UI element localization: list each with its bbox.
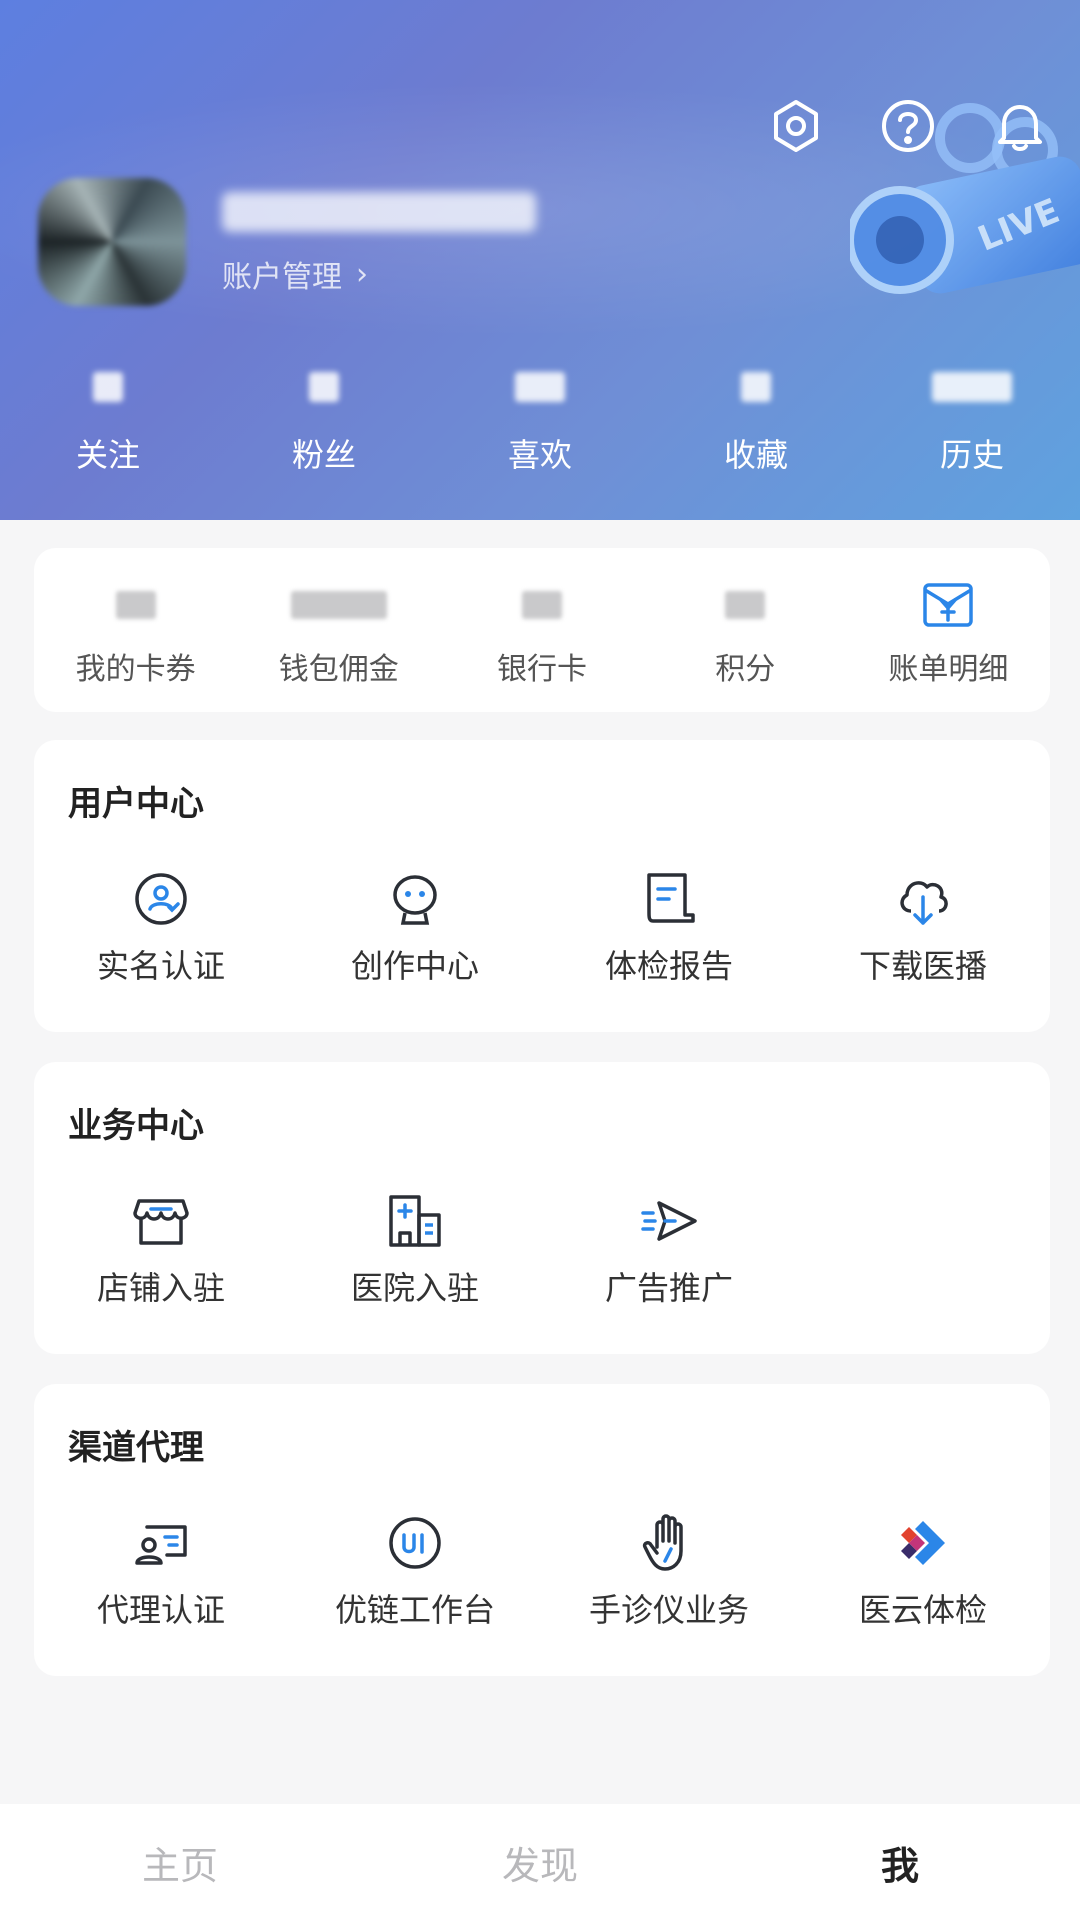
menu-item-label: 代理认证 [96,1591,225,1629]
stat-value-redacted [741,372,771,402]
section-title: 渠道代理 [68,1428,204,1468]
stat-value-redacted [932,372,1012,402]
stat-favorites[interactable]: 收藏 [648,372,864,476]
channel-agent-card: 渠道代理 代理认证 优链工作台 手诊仪业务 医云体检 [34,1384,1050,1676]
wallet-value-redacted [290,591,387,619]
chevron-right-icon: › [356,256,368,292]
wallet-label: 银行卡 [497,652,587,687]
wallet-label: 钱包佣金 [278,652,399,687]
creator-icon [383,867,447,931]
tab-home[interactable]: 主页 [0,1835,360,1890]
wallet-item-points[interactable]: 积分 [644,584,847,712]
stat-history[interactable]: 历史 [864,372,1080,476]
menu-item-label: 体检报告 [604,947,733,985]
menu-item-agent-verify[interactable]: 代理认证 [34,1511,288,1631]
menu-item-label: 医院入驻 [350,1269,479,1307]
stat-label: 历史 [939,436,1004,474]
wallet-item-coupons[interactable]: 我的卡券 [34,584,237,712]
section-title: 业务中心 [68,1106,204,1146]
stat-follow[interactable]: 关注 [0,372,216,476]
bottom-tab-bar: 主页 发现 我 [0,1804,1080,1920]
store-icon [129,1189,193,1253]
verify-icon [129,867,193,931]
tab-discover[interactable]: 发现 [360,1835,720,1890]
stat-label: 收藏 [723,436,788,474]
menu-item-ad-promotion[interactable]: 广告推广 [542,1189,796,1309]
profile-header: LIVE 账户管理 › 关注 粉丝 喜欢 收藏 历史 [0,0,1080,520]
menu-item-hospital-join[interactable]: 医院入驻 [288,1189,542,1309]
menu-item-health-report[interactable]: 体检报告 [542,867,796,987]
wallet-value-redacted [522,591,562,619]
menu-item-real-name-verify[interactable]: 实名认证 [34,867,288,987]
bill-icon [923,583,974,627]
section-title: 用户中心 [68,784,204,824]
menu-item-label: 手诊仪业务 [588,1591,749,1629]
agent-card-icon [129,1511,193,1575]
wallet-item-bank-card[interactable]: 银行卡 [440,584,643,712]
menu-item-youlian-workbench[interactable]: 优链工作台 [288,1511,542,1631]
menu-item-label: 优链工作台 [334,1591,495,1629]
menu-item-hand-diagnosis[interactable]: 手诊仪业务 [542,1511,796,1631]
menu-item-creator-center[interactable]: 创作中心 [288,867,542,987]
tab-me[interactable]: 我 [720,1835,1080,1890]
business-center-card: 业务中心 店铺入驻 医院入驻 广告推广 [34,1062,1050,1354]
menu-item-label: 实名认证 [96,947,225,985]
wallet-label: 积分 [715,652,776,687]
stat-fans[interactable]: 粉丝 [216,372,432,476]
menu-item-label: 下载医播 [858,947,987,985]
hospital-icon [383,1189,447,1253]
menu-item-store-join[interactable]: 店铺入驻 [34,1189,288,1309]
wallet-item-commission[interactable]: 钱包佣金 [237,584,440,712]
stat-value-redacted [93,372,123,402]
wallet-value-redacted [115,591,156,619]
wallet-value-redacted [725,591,766,619]
report-icon [637,867,701,931]
stat-value-redacted [515,372,565,402]
stat-value-redacted [309,372,339,402]
user-center-card: 用户中心 实名认证 创作中心 体检报告 下载医播 [34,740,1050,1032]
help-icon[interactable] [878,96,938,156]
menu-item-download-app[interactable]: 下载医播 [796,867,1050,987]
menu-item-label: 创作中心 [350,947,479,985]
menu-item-label: 店铺入驻 [96,1269,225,1307]
username-redacted [222,192,536,232]
wallet-label: 我的卡券 [75,652,196,687]
avatar[interactable] [38,178,186,306]
wallet-label: 账单明细 [888,652,1009,687]
send-icon [637,1189,701,1253]
menu-item-label: 医云体检 [858,1591,987,1629]
stat-label: 粉丝 [291,436,356,474]
menu-item-label: 广告推广 [604,1269,733,1307]
stat-label: 喜欢 [507,436,572,474]
menu-item-yiyun-checkup[interactable]: 医云体检 [796,1511,1050,1631]
stats-row: 关注 粉丝 喜欢 收藏 历史 [0,372,1080,476]
arrows-logo-icon [891,1511,955,1575]
stat-likes[interactable]: 喜欢 [432,372,648,476]
ui-icon [383,1511,447,1575]
settings-icon[interactable] [766,96,826,156]
hand-icon [637,1511,701,1575]
wallet-item-bill[interactable]: 账单明细 [847,583,1050,712]
account-manage-label: 账户管理 [222,260,342,295]
bell-icon[interactable] [990,96,1050,156]
cloud-download-icon [891,867,955,931]
stat-label: 关注 [75,436,140,474]
account-manage-link[interactable]: 账户管理 › [222,252,368,296]
wallet-card: 我的卡券 钱包佣金 银行卡 积分 账单明细 [34,548,1050,712]
